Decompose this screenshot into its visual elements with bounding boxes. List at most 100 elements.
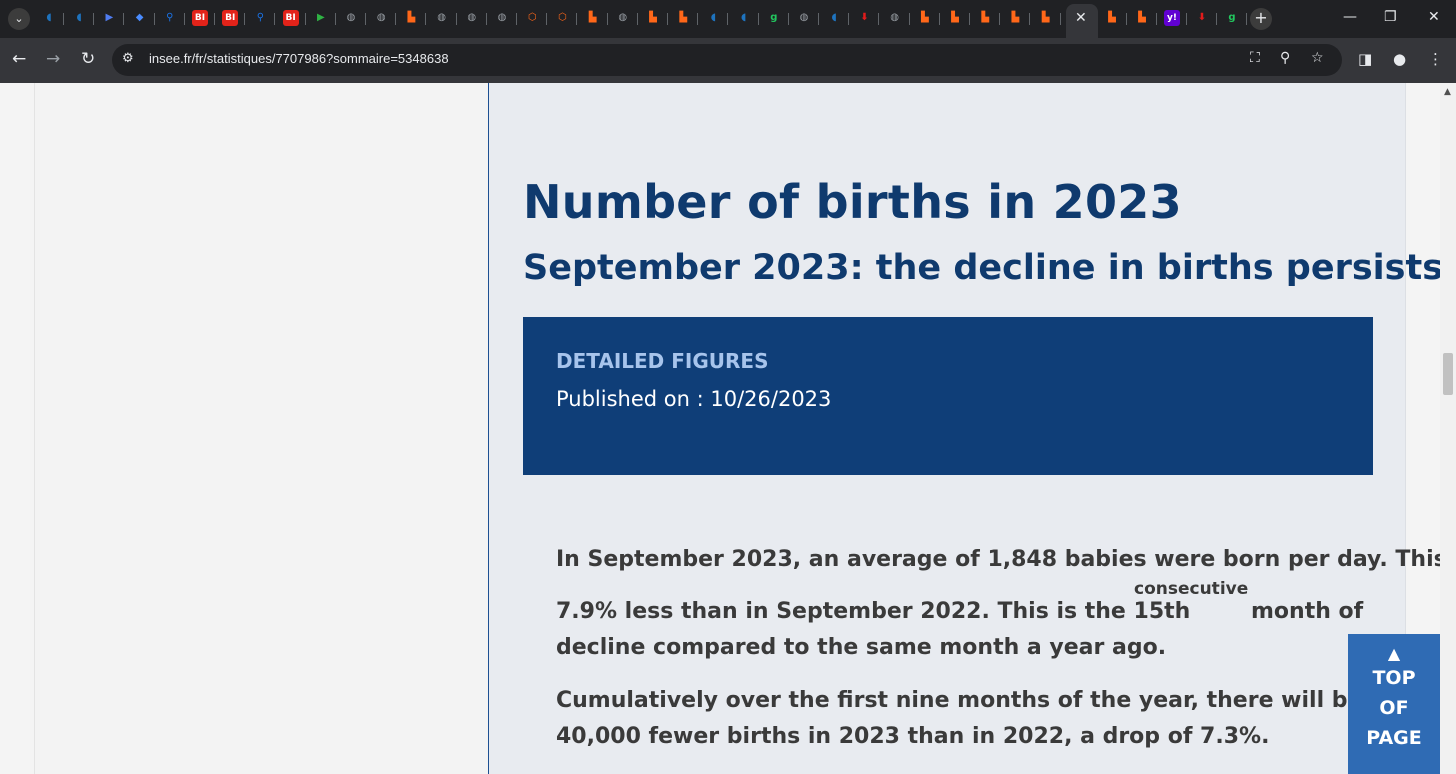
play-circle-icon[interactable]: ▶ [313, 10, 329, 26]
bookmark-icon[interactable]: ▙ [917, 10, 933, 26]
tab-separator [1216, 13, 1217, 25]
search-icon[interactable]: ⚲ [162, 10, 178, 26]
download-icon[interactable]: ⬇ [1194, 10, 1210, 26]
tab-separator [757, 13, 759, 25]
tab-separator [183, 13, 185, 25]
tab-separator [697, 13, 699, 25]
close-tab-icon[interactable]: ✕ [1075, 10, 1087, 26]
bookmark-icon[interactable]: ▙ [977, 10, 993, 26]
tab-separator [969, 13, 970, 25]
tab-search-button[interactable]: ⌄ [8, 8, 30, 30]
bookmark-icon[interactable]: ▙ [947, 10, 963, 26]
tab-separator [999, 13, 1001, 25]
side-panel-icon[interactable]: ◨ [1358, 50, 1372, 68]
search-icon[interactable]: ⚲ [252, 10, 268, 26]
shield-icon[interactable]: ◖ [705, 10, 721, 26]
active-tab[interactable]: ✕ [1066, 4, 1098, 38]
url-text[interactable]: insee.fr/fr/statistiques/7707986?sommair… [149, 51, 449, 66]
tab-separator [727, 13, 729, 25]
bookmark-icon[interactable]: ▙ [1007, 10, 1023, 26]
shield-icon[interactable]: ◖ [41, 10, 57, 26]
tab-separator [636, 13, 638, 25]
published-date: Published on : 10/26/2023 [556, 387, 832, 411]
tab-separator [1246, 13, 1247, 25]
info-panel: DETAILED FIGURES Published on : 10/26/20… [523, 317, 1373, 475]
tab-separator [334, 13, 336, 25]
globe-icon[interactable]: ◍ [343, 10, 359, 26]
bi-logo-icon[interactable]: BI [192, 10, 208, 26]
globe-icon[interactable]: ◍ [373, 10, 389, 26]
tab-separator [395, 13, 397, 25]
paragraph2-line2: 40,000 fewer births in 2023 than in 2022… [556, 724, 1270, 749]
reload-icon[interactable]: ↻ [81, 49, 95, 69]
shield-icon[interactable]: ◖ [826, 10, 842, 26]
tab-separator [153, 13, 155, 25]
forward-icon[interactable]: → [46, 49, 60, 69]
minimize-icon[interactable]: — [1343, 9, 1357, 25]
zoom-icon[interactable]: ⚲ [1280, 50, 1290, 66]
tab-separator [485, 13, 487, 25]
site-info-icon[interactable]: ⚙ [122, 51, 134, 66]
address-bar[interactable]: ⚙ insee.fr/fr/statistiques/7707986?somma… [112, 44, 1342, 76]
globe-icon[interactable]: ◍ [464, 10, 480, 26]
back-icon[interactable]: ← [12, 49, 26, 69]
g-logo-icon[interactable]: g [766, 10, 782, 26]
bookmark-icon[interactable]: ▙ [585, 10, 601, 26]
scrollbar-thumb[interactable] [1443, 353, 1453, 395]
tab-separator [818, 13, 819, 25]
shield-icon[interactable]: ◖ [71, 10, 87, 26]
main-content: Number of births in 2023 September 2023:… [488, 83, 1440, 774]
tab-separator [576, 13, 578, 25]
bookmark-icon[interactable]: ▙ [1104, 10, 1120, 26]
tab-separator [848, 13, 850, 25]
tab-separator [938, 13, 940, 25]
tab-separator [787, 13, 789, 25]
shield-icon[interactable]: ◖ [736, 10, 752, 26]
bookmark-icon[interactable]: ▙ [645, 10, 661, 26]
globe-icon[interactable]: ◍ [494, 10, 510, 26]
tab-separator [93, 13, 95, 25]
paragraph1-line1: In September 2023, an average of 1,848 b… [556, 547, 1440, 572]
download-icon[interactable]: ⬇ [856, 10, 872, 26]
play-arrow-icon[interactable]: ▶ [101, 10, 117, 26]
back-to-top-button[interactable]: ▲ TOP OF PAGE [1348, 634, 1440, 774]
tab-strip: ⌄ ◖ ◖ ▶ ◆ ⚲ BI BI ⚲ BI ▶ ◍ ◍ ▙ ◍ ◍ ◍ ⬡ ⬡ ▙ ◍ ▙ ▙ ◖ ◖ g ◍ ◖ ⬇ ◍ ▙ ▙ ▙ ▙ ▙ … [0, 0, 1456, 38]
window-close-icon[interactable]: ✕ [1428, 9, 1440, 25]
tab-separator [123, 13, 125, 25]
new-tab-button[interactable]: + [1250, 8, 1272, 30]
bookmark-icon[interactable]: ▙ [1038, 10, 1054, 26]
tab-separator [1029, 13, 1031, 25]
bookmark-icon[interactable]: ▙ [1134, 10, 1150, 26]
globe-icon[interactable]: ◍ [615, 10, 631, 26]
page-title: Number of births in 2023 [523, 175, 1182, 229]
tab-separator [516, 13, 517, 25]
translate-icon[interactable]: ⛶ [1250, 50, 1260, 66]
bookmark-icon[interactable]: ▙ [675, 10, 691, 26]
paragraph1-line2-end: month of [1251, 599, 1364, 624]
menu-kebab-icon[interactable]: ⋮ [1428, 50, 1443, 68]
globe-icon[interactable]: ◍ [434, 10, 450, 26]
tab-separator [274, 13, 276, 25]
badge-icon[interactable]: ⬡ [524, 10, 540, 26]
panel-kicker: DETAILED FIGURES [556, 349, 769, 373]
bookmark-star-icon[interactable]: ☆ [1311, 50, 1324, 66]
bi-logo-icon[interactable]: BI [282, 10, 299, 26]
scroll-up-arrow-icon[interactable]: ▲ [1444, 87, 1451, 97]
tab-separator [878, 13, 880, 25]
graduation-cap-icon[interactable]: ◆ [132, 10, 148, 26]
globe-icon[interactable]: ◍ [887, 10, 903, 26]
tab-separator [365, 13, 366, 25]
paragraph1-superscript: consecutive [1134, 579, 1249, 599]
g-logo-icon[interactable]: g [1224, 10, 1240, 26]
badge-icon[interactable]: ⬡ [554, 10, 570, 26]
tab-separator [1126, 13, 1127, 25]
maximize-icon[interactable]: ❐ [1384, 9, 1397, 25]
paragraph1-line3: decline compared to the same month a yea… [556, 635, 1167, 660]
vertical-scrollbar[interactable]: ▲ [1440, 83, 1456, 774]
profile-icon[interactable]: ● [1393, 50, 1406, 68]
tab-separator [1156, 13, 1157, 25]
bookmark-icon[interactable]: ▙ [403, 10, 419, 26]
yahoo-icon[interactable]: y! [1164, 10, 1180, 26]
globe-icon[interactable]: ◍ [796, 10, 812, 26]
bi-logo-icon[interactable]: BI [222, 10, 239, 26]
